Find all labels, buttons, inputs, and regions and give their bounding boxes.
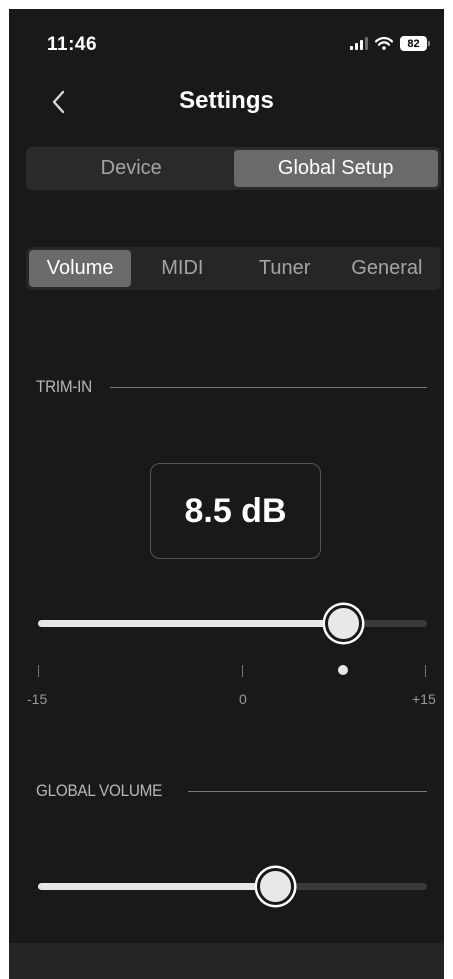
- tab-global-setup[interactable]: Global Setup: [233, 150, 438, 187]
- trim-in-label: TRIM-IN: [36, 377, 92, 396]
- tab-general[interactable]: General: [336, 250, 438, 287]
- global-setup-subtabs: Volume MIDI Tuner General: [26, 247, 441, 290]
- phone-screen: 11:46 82 Settings Device Global Setup Vo…: [9, 9, 444, 979]
- scale-max-label: +15: [412, 691, 436, 707]
- signal-icon: [350, 37, 368, 50]
- divider: [188, 790, 427, 792]
- global-volume-label: GLOBAL VOLUME: [36, 781, 163, 800]
- status-icons: 82: [350, 36, 430, 51]
- slider-fill: [38, 620, 343, 627]
- tab-tuner[interactable]: Tuner: [234, 250, 336, 287]
- wifi-icon: [375, 37, 393, 50]
- battery-level: 82: [400, 36, 427, 51]
- settings-scope-tabs: Device Global Setup: [26, 147, 441, 190]
- tab-volume[interactable]: Volume: [29, 250, 132, 287]
- tick-max: [425, 665, 426, 677]
- slider-thumb[interactable]: [257, 868, 294, 905]
- status-time: 11:46: [47, 34, 98, 55]
- global-volume-slider[interactable]: [38, 866, 427, 906]
- page-title: Settings: [179, 87, 274, 114]
- global-volume-header: GLOBAL VOLUME: [36, 781, 427, 801]
- tick-zero: [242, 665, 243, 677]
- tick-min: [38, 665, 39, 677]
- scale-zero-label: 0: [239, 691, 247, 707]
- slider-fill: [38, 883, 275, 890]
- current-value-marker: [338, 665, 348, 675]
- bottom-bar: [9, 943, 444, 979]
- tab-device[interactable]: Device: [29, 150, 234, 187]
- battery-icon: 82: [400, 36, 430, 51]
- trim-in-slider[interactable]: [38, 603, 427, 643]
- trim-in-header: TRIM-IN: [36, 377, 427, 397]
- trim-in-value-display: 8.5 dB: [150, 463, 321, 559]
- divider: [110, 386, 427, 388]
- scale-min-label: -15: [27, 691, 48, 707]
- tab-midi[interactable]: MIDI: [131, 250, 233, 287]
- slider-thumb[interactable]: [325, 605, 362, 642]
